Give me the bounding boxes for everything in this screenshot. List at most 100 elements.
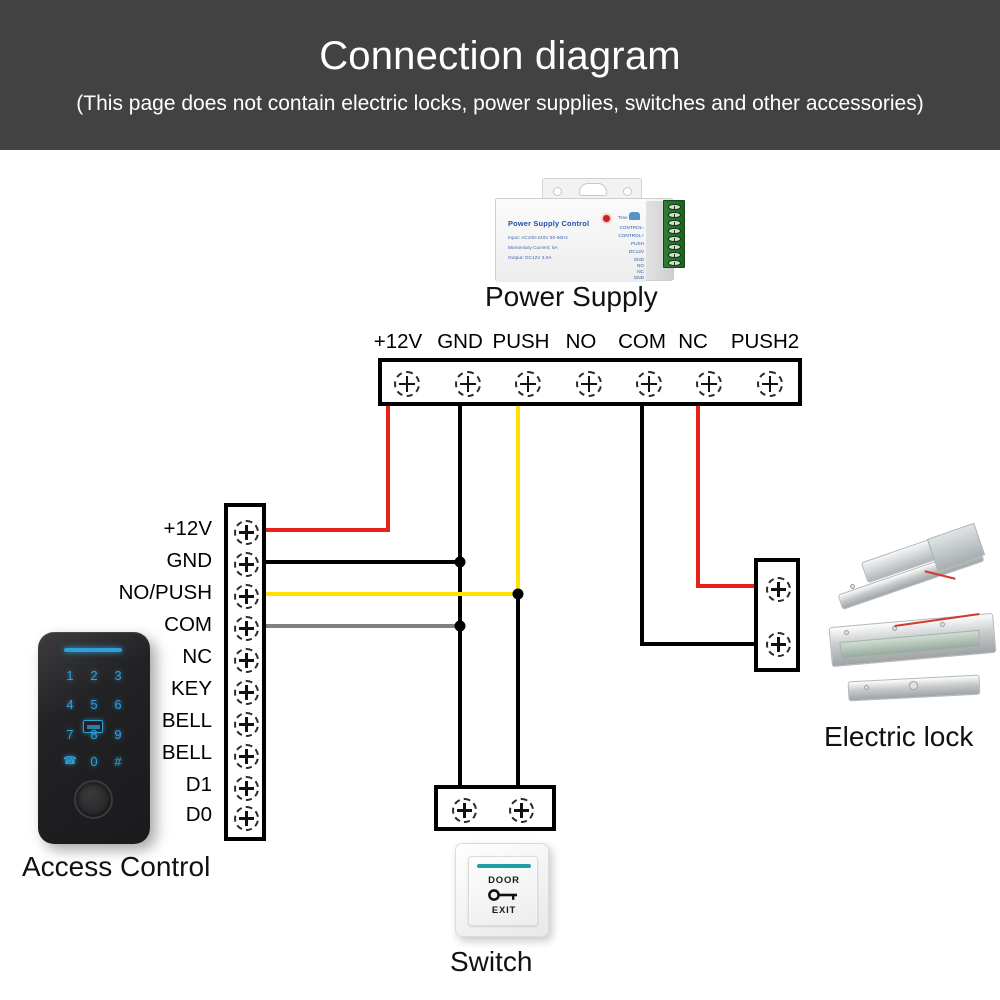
terminal-screw[interactable] [234,552,259,577]
maglock-screw [844,630,849,635]
ps-terminal-label: NC [637,269,644,274]
wire-gray-com-horizontal [266,624,462,628]
terminal-screw[interactable] [515,371,541,397]
access-control-caption: Access Control [22,851,211,882]
terminal-screw[interactable] [394,371,420,397]
wire-red-12v-vertical [386,404,390,532]
keypad-key-5[interactable]: 5 [83,697,105,712]
strike-mount-screw [850,584,855,589]
terminal-label-power-1: GND [437,330,483,353]
lock-terminal-block[interactable] [754,558,800,672]
switch-button-face[interactable]: DOOR EXIT [468,856,538,926]
bracket-screw-hole [623,187,632,196]
wire-black-gnd-horizontal [266,560,462,564]
terminal-screw[interactable] [576,371,602,397]
terminal-screw[interactable] [234,776,259,801]
ps-terminal-label: GND [633,275,644,280]
keypad-key-9[interactable]: 9 [107,727,129,742]
power-terminal-block[interactable] [378,358,802,406]
power-supply-faceplate: Power Supply Control Input: AC100-240V 5… [496,199,646,282]
terminal-screw[interactable] [234,648,259,673]
power-supply-brand-text: Power Supply Control [508,219,590,228]
power-supply-green-terminal-strip [663,200,685,268]
terminal-label-power-3: NO [565,330,597,353]
junction-dot-push [512,588,524,600]
armature-screw [864,685,869,690]
terminal-label-access-1: GND [166,549,212,572]
green-terminal-port [668,252,681,259]
magnetic-lock-image [828,612,997,668]
switch-led-strip [477,864,531,868]
terminal-screw[interactable] [234,520,259,545]
armature-plate-image [847,674,981,702]
junction-dot-gnd [454,556,466,568]
terminal-screw[interactable] [452,798,477,823]
bracket-keyhole-slot [579,183,607,196]
wire-red-nc-vertical [696,404,700,584]
power-led-indicator [603,215,610,222]
green-terminal-port [668,220,681,227]
terminal-label-power-4: COM [618,330,666,353]
keypad-key-3[interactable]: 3 [107,668,129,683]
terminal-screw[interactable] [234,806,259,831]
keypad-key-6[interactable]: 6 [107,697,129,712]
keypad-led-bar [64,648,122,652]
terminal-screw[interactable] [234,712,259,737]
ps-terminal-label: NO [636,263,644,268]
terminal-screw[interactable] [766,632,791,657]
terminal-screw[interactable] [455,371,481,397]
power-supply-caption: Power Supply [485,281,658,312]
terminal-screw[interactable] [234,616,259,641]
switch-terminal-block[interactable] [434,785,556,831]
bell-icon[interactable]: ☎ [59,754,81,767]
keypad-key-1[interactable]: 1 [59,668,81,683]
keypad-key-hash[interactable]: # [107,754,129,769]
green-terminal-port [668,212,681,219]
maglock-screw [940,622,945,627]
green-terminal-port [668,244,681,251]
power-supply-spec-line: Momentary Current: 5A [508,245,558,250]
keypad-key-0[interactable]: 0 [83,754,105,769]
fingerprint-sensor[interactable] [74,780,113,819]
terminal-screw[interactable] [234,744,259,769]
wire-yellow-push-horizontal [266,592,520,596]
terminal-screw[interactable] [696,371,722,397]
wire-black-gnd-vertical-up [458,404,462,564]
power-supply-body: Power Supply Control Input: AC100-240V 5… [495,198,674,282]
door-exit-switch-device[interactable]: DOOR EXIT [455,843,549,937]
ps-terminal-label: CONTROL- [619,225,644,230]
keypad-key-8[interactable]: 8 [83,727,105,742]
keypad-key-7[interactable]: 7 [59,727,81,742]
terminal-label-access-0: +12V [163,517,212,540]
wire-red-nc-to-lock [696,584,762,588]
terminal-screw[interactable] [766,577,791,602]
access-control-terminal-block[interactable] [224,503,266,841]
junction-dot-com [454,620,466,632]
terminal-label-power-5: NC [678,330,708,353]
terminal-label-access-2: NO/PUSH [118,581,212,604]
bracket-screw-hole [553,187,562,196]
wire-red-12v-horizontal [266,528,390,532]
terminal-screw[interactable] [757,371,783,397]
electric-lock-caption: Electric lock [824,721,974,752]
terminal-label-power-6: PUSH2 [730,330,800,353]
wire-black-com-to-lock [640,642,762,646]
ps-terminal-label: DC12V [628,249,644,254]
terminal-screw[interactable] [234,584,259,609]
terminal-label-power-0: +12V [373,330,423,353]
terminal-screw[interactable] [234,680,259,705]
connection-diagram-page: Connection diagram (This page does not c… [0,0,1000,1000]
time-icon [629,212,640,220]
power-supply-spec-line: Input: AC100-240V 50-60Hz [508,235,568,240]
switch-caption: Switch [450,946,533,977]
keypad-key-2[interactable]: 2 [83,668,105,683]
keypad-key-4[interactable]: 4 [59,697,81,712]
green-terminal-port [668,260,681,267]
time-label: Time [618,215,628,220]
page-title: Connection diagram [319,34,681,79]
power-supply-spec-line: Output: DC12V 3.0A [508,255,552,260]
access-control-keypad-device[interactable]: 1 2 3 4 5 6 7 8 9 ☎ 0 # [38,632,150,844]
page-subtitle: (This page does not contain electric loc… [76,92,924,116]
terminal-screw[interactable] [509,798,534,823]
terminal-screw[interactable] [636,371,662,397]
